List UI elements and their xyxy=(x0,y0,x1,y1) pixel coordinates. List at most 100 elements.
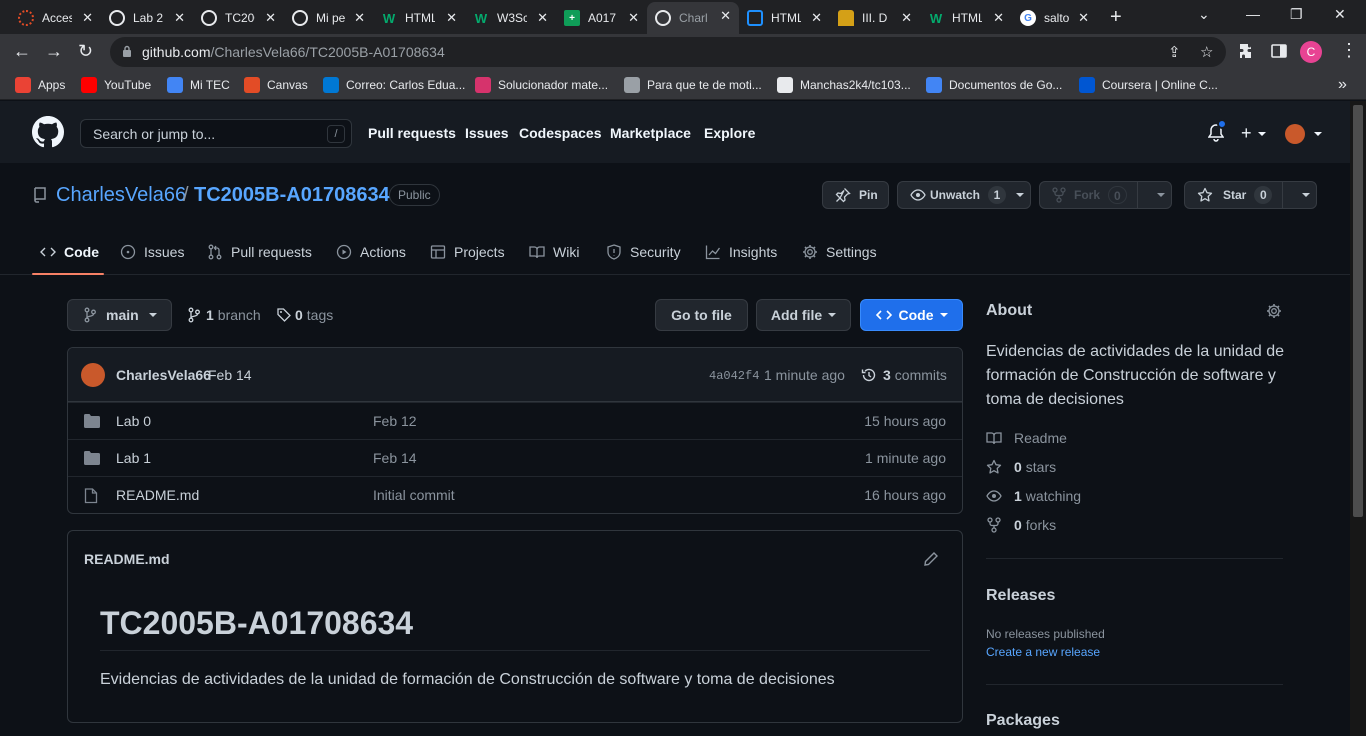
pin-button[interactable]: Pin xyxy=(822,181,889,209)
commits-link[interactable]: 3 commits xyxy=(861,367,947,383)
stars-link[interactable]: 0 stars xyxy=(986,459,1056,475)
tab-code[interactable]: Code xyxy=(32,229,104,275)
star-button[interactable]: Star 0 xyxy=(1184,181,1317,209)
browser-tab[interactable]: Lab 2 ✕ xyxy=(101,4,193,32)
forward-icon[interactable]: → xyxy=(45,42,63,60)
close-window-icon[interactable]: ✕ xyxy=(1334,6,1346,23)
browser-tab[interactable]: Charl ✕ xyxy=(647,2,739,34)
nav-issues[interactable]: Issues xyxy=(465,125,509,141)
bookmark-item[interactable]: YouTube xyxy=(81,76,151,94)
commit-author[interactable]: CharlesVela66 xyxy=(116,367,211,383)
nav-explore[interactable]: Explore xyxy=(704,125,755,141)
maximize-icon[interactable]: ❐ xyxy=(1290,6,1303,23)
browser-tab[interactable]: HTML ✕ xyxy=(739,4,830,32)
bookmark-item[interactable]: Para que te de moti... xyxy=(624,76,762,94)
more-bookmarks-icon[interactable]: » xyxy=(1338,76,1347,94)
bookmark-item[interactable]: Canvas xyxy=(244,76,308,94)
user-avatar[interactable] xyxy=(1285,124,1305,144)
nav-pull-requests[interactable]: Pull requests xyxy=(368,125,456,141)
close-tab-icon[interactable]: ✕ xyxy=(901,10,912,26)
commit-sha[interactable]: 4a042f4 xyxy=(709,369,759,383)
extensions-icon[interactable] xyxy=(1239,43,1255,59)
tab-wiki[interactable]: Wiki xyxy=(529,229,579,275)
browser-tab[interactable]: Mi perfil ✕ xyxy=(284,4,373,32)
go-to-file-button[interactable]: Go to file xyxy=(655,299,748,331)
close-tab-icon[interactable]: ✕ xyxy=(537,10,548,26)
browser-tab[interactable]: W HTML ✕ xyxy=(920,4,1012,32)
create-release-link[interactable]: Create a new release xyxy=(986,645,1100,659)
commit-message[interactable]: Initial commit xyxy=(373,487,455,503)
bookmark-item[interactable]: Correo: Carlos Edua... xyxy=(323,76,465,94)
bookmark-item[interactable]: Apps xyxy=(15,76,65,94)
repo-owner-link[interactable]: CharlesVela66 xyxy=(56,184,186,207)
tab-insights[interactable]: Insights xyxy=(705,229,777,275)
browser-tab[interactable]: Gsalto ✕ xyxy=(1012,4,1097,32)
close-tab-icon[interactable]: ✕ xyxy=(628,10,639,26)
avatar-caret-icon[interactable] xyxy=(1314,132,1322,136)
tab-pull-requests[interactable]: Pull requests xyxy=(207,229,312,275)
browser-tab[interactable]: Access ✕ xyxy=(10,4,101,32)
close-tab-icon[interactable]: ✕ xyxy=(446,10,457,26)
unwatch-button[interactable]: Unwatch 1 xyxy=(897,181,1031,209)
create-new-icon[interactable]: + xyxy=(1241,123,1266,144)
new-tab-button[interactable]: + xyxy=(1110,6,1122,29)
address-bar[interactable]: github.com/CharlesVela66/TC2005B-A017086… xyxy=(110,37,1226,67)
file-row[interactable]: Lab 0 Feb 12 15 hours ago xyxy=(68,402,962,439)
close-tab-icon[interactable]: ✕ xyxy=(720,8,731,24)
page-scrollbar[interactable] xyxy=(1350,101,1366,736)
minimize-icon[interactable]: — xyxy=(1246,6,1260,22)
tab-settings[interactable]: Settings xyxy=(802,229,877,275)
bookmark-item[interactable]: Mi TEC xyxy=(167,76,230,94)
close-tab-icon[interactable]: ✕ xyxy=(174,10,185,26)
close-tab-icon[interactable]: ✕ xyxy=(265,10,276,26)
close-tab-icon[interactable]: ✕ xyxy=(82,10,93,26)
commit-message[interactable]: Feb 14 xyxy=(373,450,417,466)
commit-message[interactable]: Feb 12 xyxy=(373,413,417,429)
menu-icon[interactable]: ⋮ xyxy=(1340,40,1358,61)
forks-link[interactable]: 0 forks xyxy=(986,517,1056,533)
tab-search-icon[interactable]: ⌄ xyxy=(1198,6,1210,23)
branches-link[interactable]: 1 branch xyxy=(188,307,261,323)
fork-button[interactable]: Fork 0 xyxy=(1039,181,1172,209)
bookmark-star-icon[interactable]: ☆ xyxy=(1200,43,1213,61)
add-file-button[interactable]: Add file xyxy=(756,299,851,331)
close-tab-icon[interactable]: ✕ xyxy=(354,10,365,26)
watching-link[interactable]: 1 watching xyxy=(986,488,1081,504)
code-button[interactable]: Code xyxy=(860,299,963,331)
file-name[interactable]: Lab 0 xyxy=(116,413,151,429)
file-name[interactable]: Lab 1 xyxy=(116,450,151,466)
browser-tab[interactable]: W HTML ✕ xyxy=(373,4,465,32)
close-tab-icon[interactable]: ✕ xyxy=(993,10,1004,26)
readme-link[interactable]: Readme xyxy=(986,430,1067,446)
bookmark-item[interactable]: Coursera | Online C... xyxy=(1079,76,1218,94)
tags-link[interactable]: 0 tags xyxy=(277,307,333,323)
nav-marketplace[interactable]: Marketplace xyxy=(610,125,691,141)
close-tab-icon[interactable]: ✕ xyxy=(811,10,822,26)
back-icon[interactable]: ← xyxy=(13,42,31,60)
commit-author-avatar[interactable] xyxy=(81,363,105,387)
tab-security[interactable]: Security xyxy=(606,229,681,275)
packages-title[interactable]: Packages xyxy=(986,712,1060,730)
close-tab-icon[interactable]: ✕ xyxy=(1078,10,1089,26)
tab-actions[interactable]: Actions xyxy=(336,229,406,275)
reload-icon[interactable]: ↻ xyxy=(78,42,93,60)
side-panel-icon[interactable] xyxy=(1271,43,1287,59)
edit-pencil-icon[interactable] xyxy=(923,551,939,567)
file-row[interactable]: Lab 1 Feb 14 1 minute ago xyxy=(68,439,962,476)
bookmark-item[interactable]: Manchas2k4/tc103... xyxy=(777,76,911,94)
readme-filename[interactable]: README.md xyxy=(84,551,170,567)
file-name[interactable]: README.md xyxy=(116,487,199,503)
file-row[interactable]: README.md Initial commit 16 hours ago xyxy=(68,476,962,513)
profile-avatar[interactable]: C xyxy=(1300,41,1322,63)
tab-issues[interactable]: Issues xyxy=(120,229,184,275)
browser-tab[interactable]: TC2005 ✕ xyxy=(193,4,284,32)
share-icon[interactable]: ⇪ xyxy=(1168,43,1181,61)
github-logo-icon[interactable] xyxy=(32,116,64,148)
bookmark-item[interactable]: Documentos de Go... xyxy=(926,76,1062,94)
about-settings-gear-icon[interactable] xyxy=(1266,303,1282,319)
scrollbar-thumb[interactable] xyxy=(1353,105,1363,517)
tab-projects[interactable]: Projects xyxy=(430,229,505,275)
repo-name-link[interactable]: TC2005B-A01708634 xyxy=(194,184,390,207)
bookmark-item[interactable]: Solucionador mate... xyxy=(475,76,608,94)
search-input[interactable]: Search or jump to... / xyxy=(80,119,352,148)
